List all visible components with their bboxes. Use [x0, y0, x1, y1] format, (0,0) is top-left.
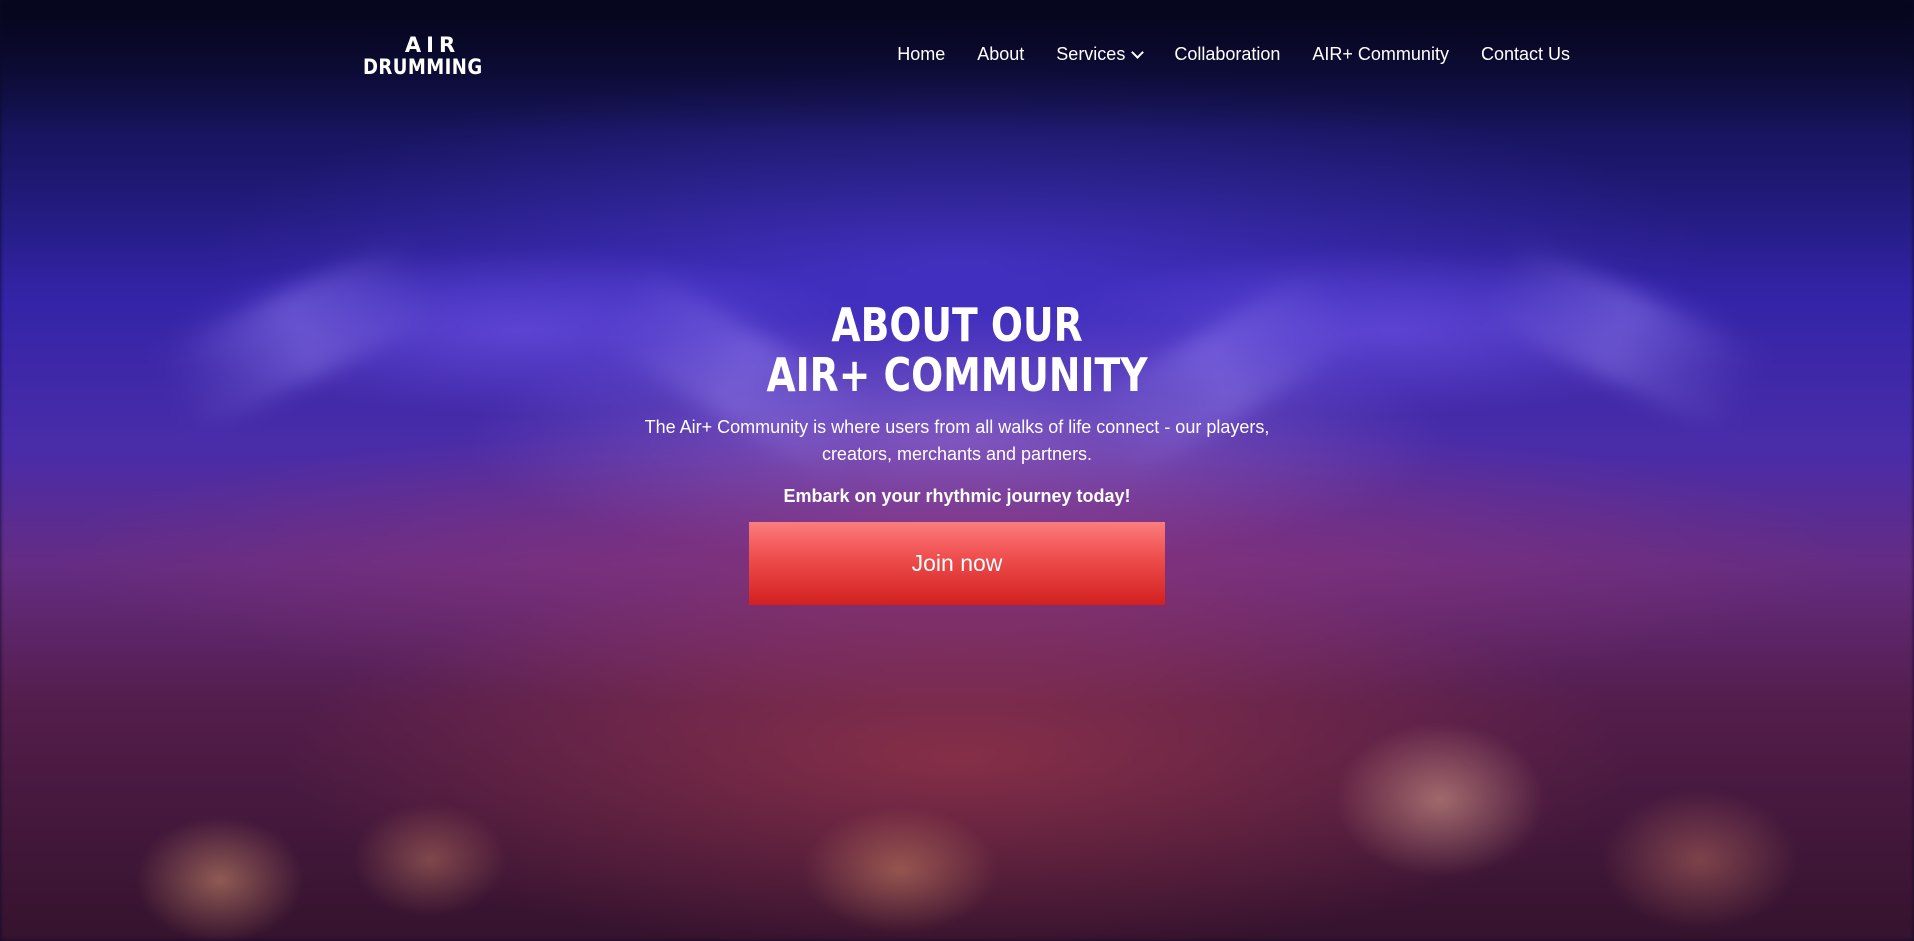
hero-content: ABOUT OUR AIR+ COMMUNITY The Air+ Commun…: [0, 300, 1914, 605]
chevron-down-icon: [1131, 46, 1145, 59]
nav-contact-label: Contact Us: [1480, 44, 1570, 64]
nav-collaboration[interactable]: Collaboration: [1174, 44, 1280, 65]
logo-line-2: DRUMMING: [363, 55, 483, 79]
hero-cta-text: Embark on your rhythmic journey today!: [783, 486, 1131, 506]
nav-community-label: AIR+ Community: [1312, 44, 1449, 64]
nav-about-label: About: [977, 44, 1025, 64]
main-nav: Home About Services Collaboration AIR+ C…: [897, 44, 1570, 65]
hero-section: AIR DRUMMING Home About Services Collabo…: [0, 0, 1914, 941]
nav-services[interactable]: Services: [1056, 44, 1145, 65]
air-drumming-logo[interactable]: AIR DRUMMING: [363, 34, 502, 78]
nav-home[interactable]: Home: [897, 44, 945, 65]
nav-services-label: Services: [1056, 44, 1126, 64]
site-header: AIR DRUMMING Home About Services Collabo…: [0, 0, 1914, 112]
nav-about[interactable]: About: [977, 44, 1024, 65]
hero-description: The Air+ Community is where users from a…: [644, 417, 1270, 464]
title-line-1: ABOUT OUR: [831, 298, 1083, 352]
title-line-2: AIR+ COMMUNITY: [766, 348, 1148, 402]
nav-contact-us[interactable]: Contact Us: [1481, 44, 1570, 65]
join-now-button[interactable]: Join now: [749, 522, 1165, 605]
logo-line-1: AIR: [404, 33, 461, 57]
nav-air-plus-community[interactable]: AIR+ Community: [1312, 44, 1449, 65]
nav-collaboration-label: Collaboration: [1174, 44, 1281, 64]
nav-home-label: Home: [897, 44, 946, 64]
page-title: ABOUT OUR AIR+ COMMUNITY: [172, 300, 1741, 400]
